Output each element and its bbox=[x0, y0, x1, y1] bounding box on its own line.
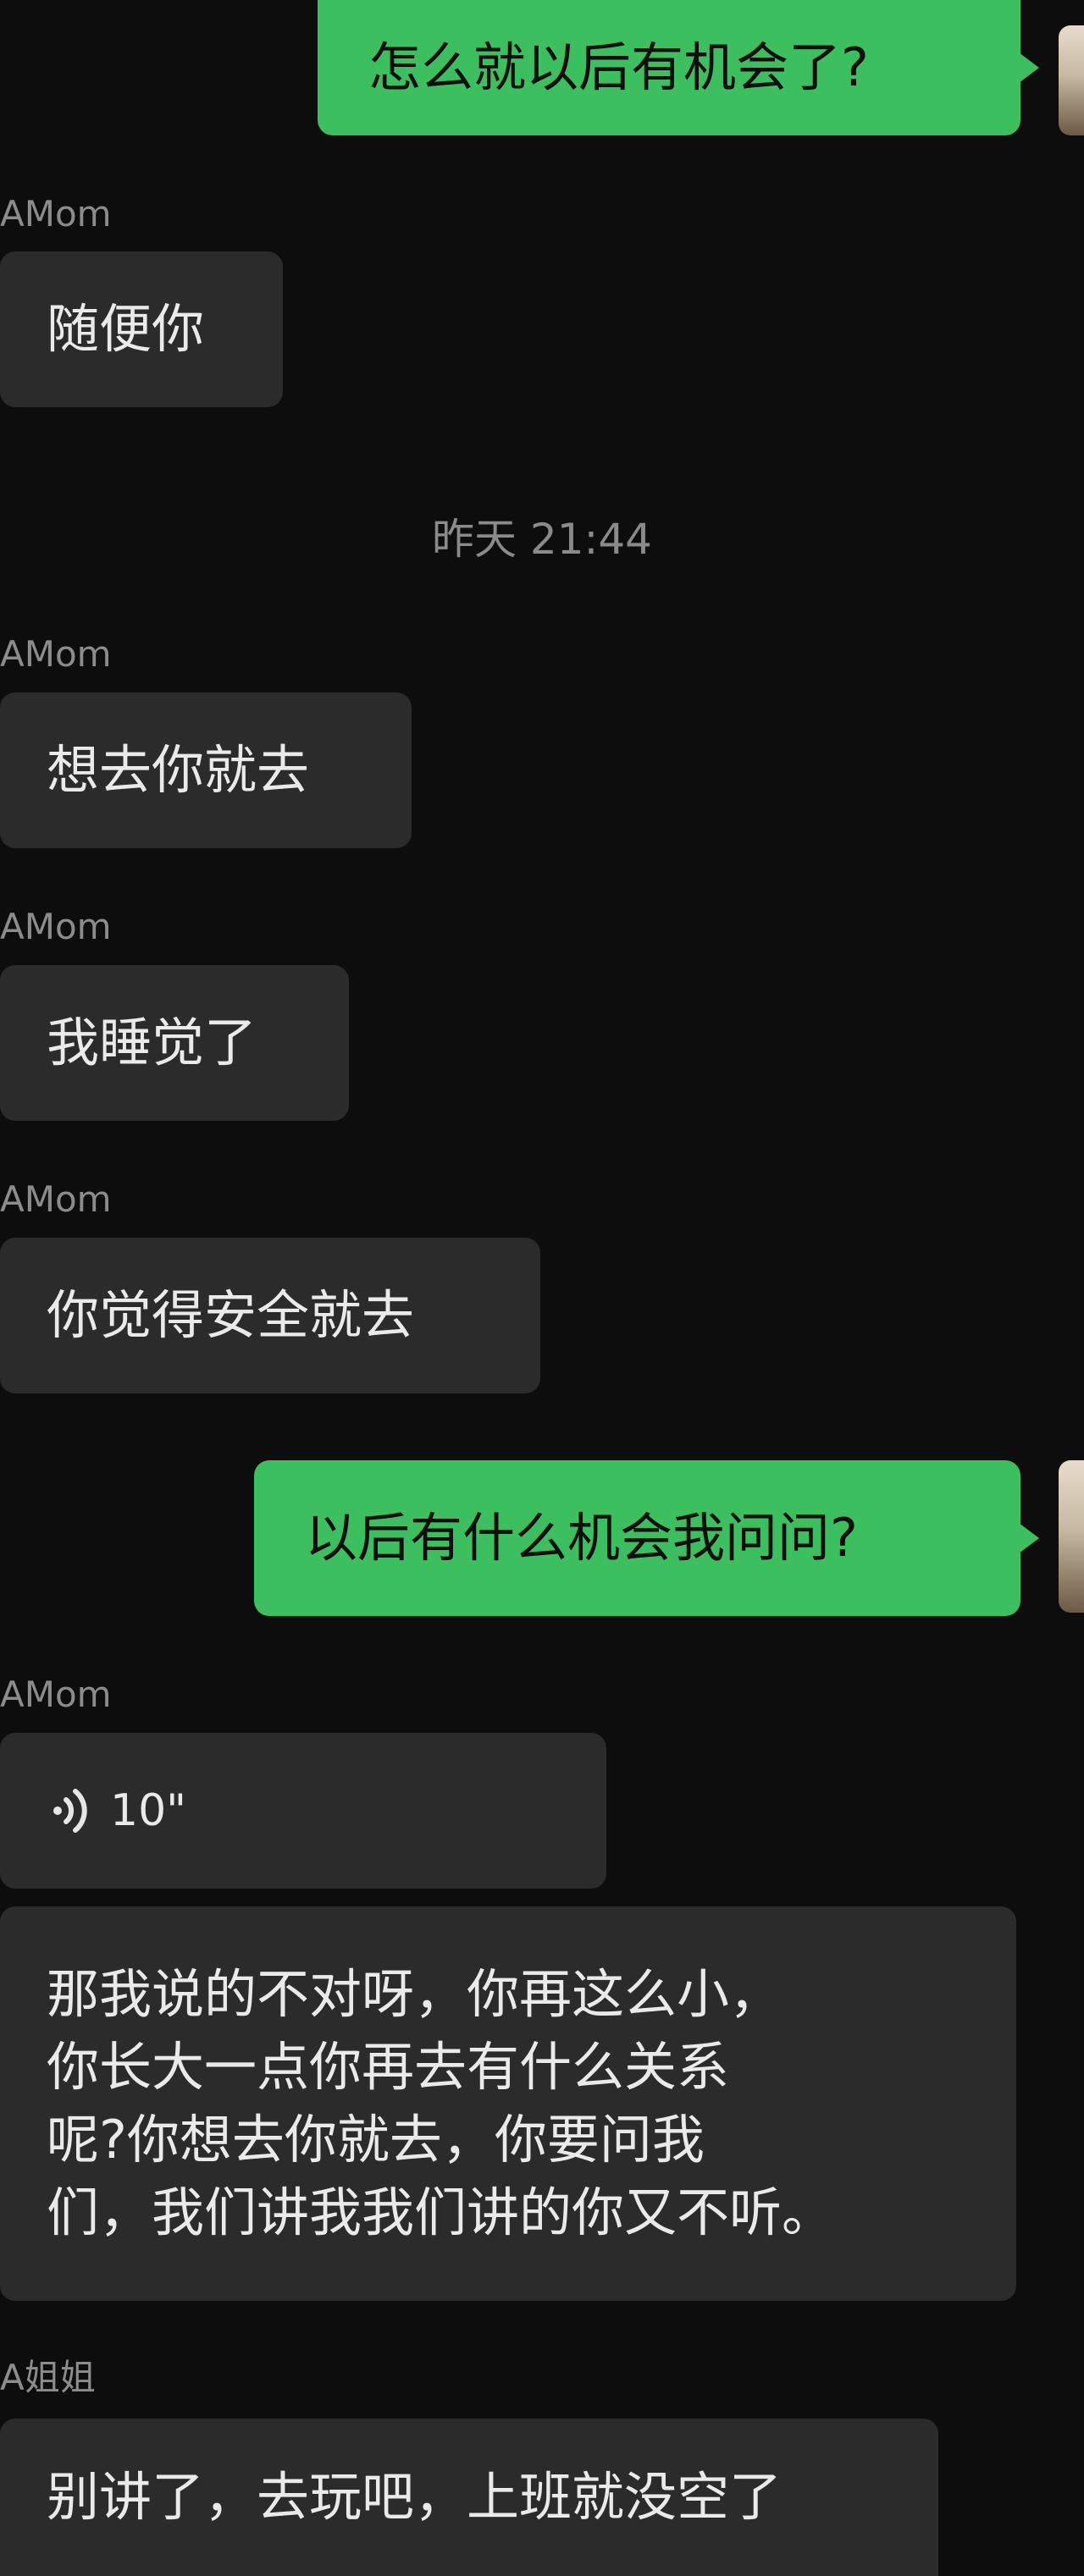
incoming-message-bubble[interactable]: 那我说的不对呀，你再这么小， 你长大一点你再去有什么关系 呢?你想去你就去，你要… bbox=[0, 1906, 1016, 2301]
voice-duration: 10" bbox=[110, 1785, 187, 1836]
message-text: 想去你就去 bbox=[47, 739, 310, 801]
message-text: 别讲了，去玩吧，上班就没空了 bbox=[47, 2466, 783, 2528]
sender-name: AMom bbox=[0, 193, 112, 234]
message-line: 那我说的不对呀，你再这么小， bbox=[47, 1963, 783, 2025]
incoming-message-bubble[interactable]: 你觉得安全就去 bbox=[0, 1238, 540, 1393]
voice-message-bubble[interactable]: 10" bbox=[0, 1733, 606, 1889]
timestamp: 昨天 21:44 bbox=[432, 515, 652, 564]
user-avatar[interactable] bbox=[1059, 25, 1084, 135]
sender-name: A姐姐 bbox=[0, 2357, 96, 2398]
message-text: 随便你 bbox=[47, 298, 205, 360]
sender-name: AMom bbox=[0, 906, 112, 947]
message-line: 你长大一点你再去有什么关系 bbox=[47, 2036, 730, 2098]
incoming-message-bubble[interactable]: 随便你 bbox=[0, 251, 283, 407]
user-avatar[interactable] bbox=[1059, 1460, 1084, 1613]
incoming-message-bubble[interactable]: 别讲了，去玩吧，上班就没空了 bbox=[0, 2419, 938, 2576]
message-text: 你觉得安全就去 bbox=[47, 1284, 415, 1346]
outgoing-message-bubble[interactable]: 怎么就以后有机会了? bbox=[318, 0, 1039, 135]
sender-name: AMom bbox=[0, 1674, 112, 1715]
message-line: 呢?你想去你就去，你要问我 bbox=[47, 2109, 705, 2171]
outgoing-message-bubble[interactable]: 以后有什么机会我问问? bbox=[254, 1460, 1039, 1616]
voice-wave-icon bbox=[49, 1785, 91, 1836]
message-text: 以后有什么机会我问问? bbox=[305, 1507, 858, 1569]
incoming-message-bubble[interactable]: 想去你就去 bbox=[0, 692, 412, 848]
incoming-message-bubble[interactable]: 我睡觉了 bbox=[0, 965, 349, 1121]
message-text: 那我说的不对呀，你再这么小， 你长大一点你再去有什么关系 呢?你想去你就去，你要… bbox=[47, 1958, 834, 2249]
message-line: 们，我们讲我我们讲的你又不听。 bbox=[47, 2182, 835, 2243]
sender-name: AMom bbox=[0, 1178, 112, 1220]
sender-name: AMom bbox=[0, 633, 112, 675]
message-text: 怎么就以后有机会了? bbox=[368, 36, 869, 98]
message-text: 我睡觉了 bbox=[47, 1012, 257, 1073]
